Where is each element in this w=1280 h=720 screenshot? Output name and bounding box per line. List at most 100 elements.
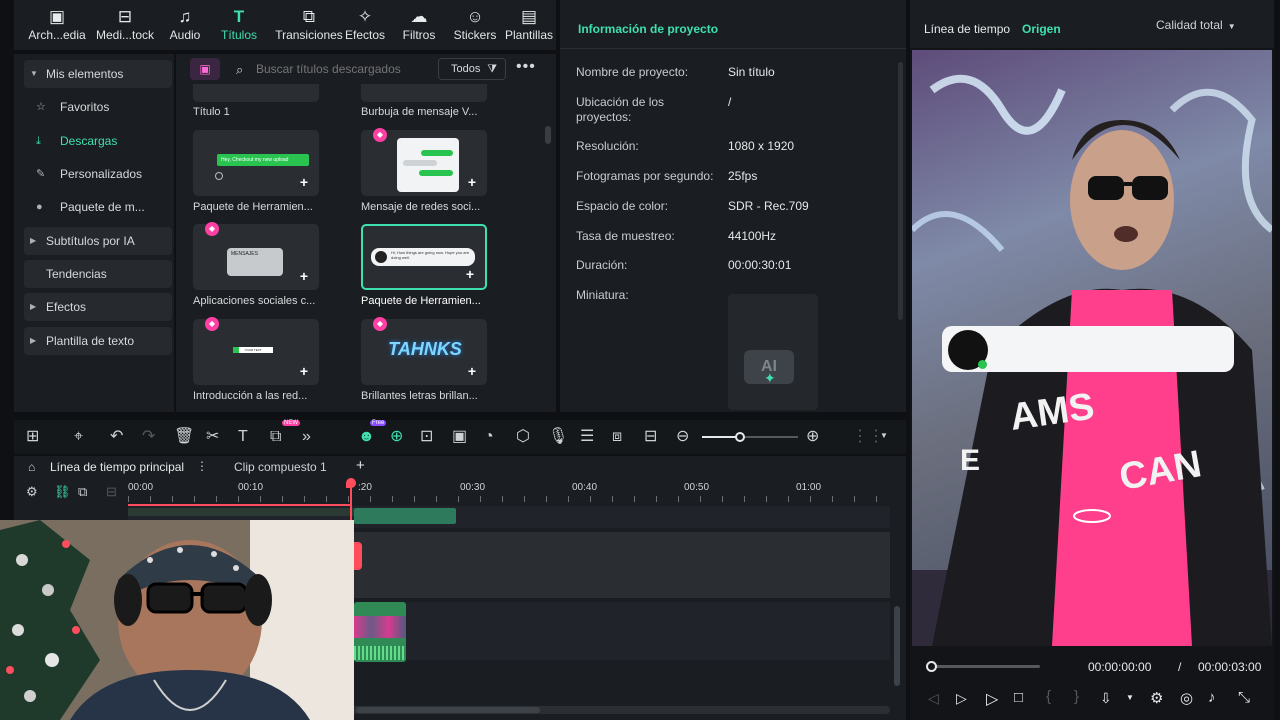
tab-compound-clip[interactable]: Clip compuesto 1 [234,460,327,474]
add-icon[interactable]: + [465,175,479,190]
more-icon[interactable]: ••• [516,58,536,76]
filter-dropdown[interactable]: Todos ⧩ [438,58,506,80]
tab-media[interactable]: ▣ Arch...edia [24,6,90,42]
redo-icon[interactable]: ↷ [142,427,155,447]
insert-icon[interactable]: ⇩ [1100,690,1112,707]
title-thumb-selected[interactable]: Hi, How things are going now. Hope you a… [361,224,487,290]
title-clip[interactable] [354,508,456,524]
tab-stock-media[interactable]: ⊟ Medi...tock [92,6,158,42]
title-thumb[interactable]: ◆ YOUR TEXT + [193,317,319,385]
stop-icon[interactable]: □ [1014,689,1023,706]
replace-icon[interactable]: ⧈ [612,427,622,447]
delete-icon[interactable]: 🗑 [174,427,194,447]
marker-icon[interactable]: ⊟ [106,484,117,500]
library-scrollbar[interactable] [545,126,551,144]
webcam-overlay [0,520,354,720]
scissors-icon[interactable]: ✂ [206,427,219,447]
new-badge: NEW [282,420,300,426]
zoom-out-icon[interactable]: ⊖ [676,427,689,447]
select-icon[interactable]: ⌖ [74,427,83,447]
title-thumb[interactable]: ◆ MENSAJES + [193,222,319,290]
ai-robot-icon[interactable]: ☻ [358,427,375,447]
quality-dropdown[interactable]: Calidad total ▼ [1148,14,1240,36]
link-icon[interactable]: ⛓ [54,484,71,500]
image-icon[interactable]: ▣ [452,427,467,447]
mask-icon[interactable]: ⬡ [516,427,530,447]
chevron-down-icon: ▼ [1227,22,1236,31]
current-time: 00:00:00:00 [1088,660,1152,674]
ai-title-icon[interactable]: ▣ [190,58,220,80]
chevron-down-icon[interactable]: ▼ [880,431,888,440]
track-settings-icon[interactable]: ⚙ [26,484,38,500]
group-icon[interactable]: ⧉ [78,484,87,500]
tab-source-preview[interactable]: Origen [1022,22,1061,36]
sidebar-item-descargas[interactable]: ⤓ Descargas [24,127,172,155]
prev-frame-icon[interactable]: ◁ [928,690,939,707]
speed-icon[interactable]: ◔ [484,427,494,447]
sidebar-item-favoritos[interactable]: ☆ Favoritos [24,93,172,121]
titles-library: ▣ ⌕ Todos⧩ ••• Título 1 Burbuja de mensa… [176,54,556,412]
title-thumb[interactable]: Hey, Checkout my new upload + [193,130,319,196]
mark-out-icon[interactable]: } [1074,688,1079,705]
video-frame[interactable]: AMS CAN E [912,50,1272,646]
tab-timeline-preview[interactable]: Línea de tiempo [924,22,1010,36]
download-icon: ⤓ [36,135,41,147]
sidebar-item-tendencias[interactable]: Tendencias [24,260,172,288]
sidebar-item-efectos[interactable]: ▶ Efectos [24,293,172,321]
media-icon: ▣ [48,7,66,26]
sidebar-item-personalizados[interactable]: ✎ Personalizados [24,160,172,188]
premium-gem-icon: ◆ [205,222,219,236]
tab-main-timeline[interactable]: Línea de tiempo principal [50,460,184,474]
title-thumb[interactable]: ◆ TAHNKS + [361,317,487,385]
add-tab-icon[interactable]: + [356,457,365,474]
add-icon[interactable]: + [465,364,479,379]
volume-icon[interactable]: ♪ [1208,689,1216,706]
zoom-slider[interactable] [702,432,798,442]
mark-in-icon[interactable]: { [1046,688,1051,705]
mixer-icon[interactable]: ☰ [580,427,594,447]
add-icon[interactable]: + [297,175,311,190]
tab-titles[interactable]: T Títulos [206,6,272,42]
color-space-value: SDR - Rec.709 [728,199,809,213]
settings-icon[interactable]: ⚙ [1150,689,1163,707]
add-icon[interactable]: + [297,364,311,379]
fullscreen-icon[interactable]: ⤡ [1238,689,1250,706]
info-scrollbar[interactable] [898,62,903,320]
playback-progress[interactable] [926,661,1040,672]
thumbnail-placeholder[interactable]: AI ✦ [728,294,818,410]
title-thumb[interactable] [193,84,319,102]
split-icon[interactable]: ⊕ [390,427,403,447]
add-icon[interactable]: + [297,269,311,284]
mic-icon[interactable]: 🎙 [548,427,568,447]
grid-icon[interactable]: ⊞ [26,427,39,447]
step-play-icon[interactable]: ▷ [956,690,967,707]
sidebar-item-paquete[interactable]: ● Paquete de m... [24,193,172,221]
play-icon[interactable]: ▷ [986,689,998,709]
video-clip[interactable] [354,602,406,662]
zoom-in-icon[interactable]: ⊕ [806,427,819,447]
zoom-knob[interactable] [735,432,745,442]
star-icon: ☆ [36,101,46,113]
tab-templates[interactable]: ▤ Plantillas [498,6,560,42]
sidebar-item-subtitulos[interactable]: ▶ Subtítulos por IA [24,227,172,255]
crop-icon[interactable]: ⧉ [270,427,281,447]
sidebar-item-plantilla-texto[interactable]: ▶ Plantilla de texto [24,327,172,355]
menu-icon[interactable]: ⋮ [196,459,208,473]
add-icon[interactable]: + [463,267,477,282]
sidebar-item-mis-elementos[interactable]: ▼ Mis elementos [24,60,172,88]
title-thumb[interactable]: ◆ + [361,128,487,196]
more-tools-icon[interactable]: » [302,427,311,447]
keyframe-icon[interactable]: ⊡ [420,427,433,447]
chevron-down-icon[interactable]: ▼ [1126,693,1134,702]
search-input[interactable] [256,59,426,79]
time-ruler[interactable]: 00:00 00:10 :20 00:30 00:40 00:50 01:00 [128,482,890,504]
snapshot-icon[interactable]: ◎ [1180,689,1193,707]
playhead[interactable] [346,478,356,520]
title-thumb[interactable] [361,84,487,102]
undo-icon[interactable]: ↶ [110,427,123,447]
fit-icon[interactable]: ⊟ [644,427,657,447]
vertical-scrollbar[interactable] [894,606,900,686]
text-icon[interactable]: T [238,427,248,447]
progress-knob[interactable] [926,661,937,672]
title-overlay-bubble[interactable] [942,326,1234,372]
